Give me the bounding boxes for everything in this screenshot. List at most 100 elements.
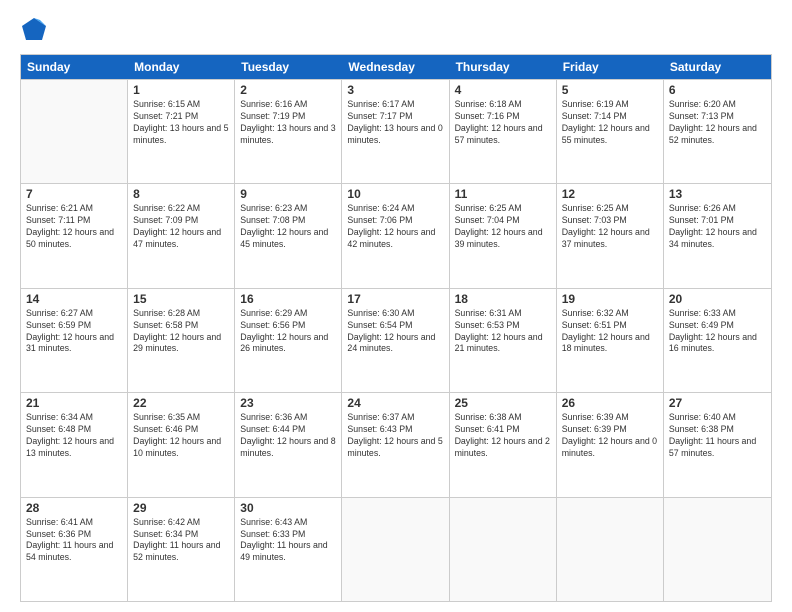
day-number: 24 <box>347 396 443 410</box>
calendar-day-empty <box>664 498 771 601</box>
calendar-day-empty <box>342 498 449 601</box>
day-info: Sunrise: 6:26 AM Sunset: 7:01 PM Dayligh… <box>669 203 766 251</box>
calendar-day-4: 4 Sunrise: 6:18 AM Sunset: 7:16 PM Daylig… <box>450 80 557 183</box>
day-number: 26 <box>562 396 658 410</box>
header-day-wednesday: Wednesday <box>342 55 449 79</box>
day-number: 6 <box>669 83 766 97</box>
calendar-day-20: 20 Sunrise: 6:33 AM Sunset: 6:49 PM Dayli… <box>664 289 771 392</box>
day-number: 5 <box>562 83 658 97</box>
calendar-week-3: 14 Sunrise: 6:27 AM Sunset: 6:59 PM Dayli… <box>21 288 771 392</box>
logo <box>20 16 52 44</box>
calendar-day-12: 12Sunrise: 6:25 AM Sunset: 7:03 PM Dayli… <box>557 184 664 287</box>
day-info: Sunrise: 6:42 AM Sunset: 6:34 PM Dayligh… <box>133 517 229 565</box>
day-number: 3 <box>347 83 443 97</box>
calendar-day-27: 27 Sunrise: 6:40 AM Sunset: 6:38 PM Dayli… <box>664 393 771 496</box>
calendar-day-23: 23Sunrise: 6:36 AM Sunset: 6:44 PM Dayli… <box>235 393 342 496</box>
calendar-day-5: 5 Sunrise: 6:19 AM Sunset: 7:14 PM Daylig… <box>557 80 664 183</box>
day-info: Sunrise: 6:25 AM Sunset: 7:04 PM Dayligh… <box>455 203 551 251</box>
calendar-day-19: 19 Sunrise: 6:32 AM Sunset: 6:51 PM Dayli… <box>557 289 664 392</box>
day-number: 11 <box>455 187 551 201</box>
calendar-day-14: 14 Sunrise: 6:27 AM Sunset: 6:59 PM Dayli… <box>21 289 128 392</box>
day-info: Sunrise: 6:21 AM Sunset: 7:11 PM Dayligh… <box>26 203 122 251</box>
calendar-day-empty <box>450 498 557 601</box>
header-day-friday: Friday <box>557 55 664 79</box>
day-info: Sunrise: 6:27 AM Sunset: 6:59 PM Dayligh… <box>26 308 122 356</box>
day-info: Sunrise: 6:40 AM Sunset: 6:38 PM Dayligh… <box>669 412 766 460</box>
day-info: Sunrise: 6:39 AM Sunset: 6:39 PM Dayligh… <box>562 412 658 460</box>
calendar-day-26: 26 Sunrise: 6:39 AM Sunset: 6:39 PM Dayli… <box>557 393 664 496</box>
day-number: 22 <box>133 396 229 410</box>
calendar-week-5: 28Sunrise: 6:41 AM Sunset: 6:36 PM Dayli… <box>21 497 771 601</box>
day-number: 18 <box>455 292 551 306</box>
day-number: 19 <box>562 292 658 306</box>
header-day-saturday: Saturday <box>664 55 771 79</box>
header-day-monday: Monday <box>128 55 235 79</box>
day-number: 10 <box>347 187 443 201</box>
day-number: 25 <box>455 396 551 410</box>
calendar-week-2: 7Sunrise: 6:21 AM Sunset: 7:11 PM Daylig… <box>21 183 771 287</box>
day-info: Sunrise: 6:25 AM Sunset: 7:03 PM Dayligh… <box>562 203 658 251</box>
calendar-day-24: 24 Sunrise: 6:37 AM Sunset: 6:43 PM Dayli… <box>342 393 449 496</box>
header <box>20 16 772 44</box>
day-info: Sunrise: 6:38 AM Sunset: 6:41 PM Dayligh… <box>455 412 551 460</box>
day-number: 14 <box>26 292 122 306</box>
day-info: Sunrise: 6:43 AM Sunset: 6:33 PM Dayligh… <box>240 517 336 565</box>
day-info: Sunrise: 6:23 AM Sunset: 7:08 PM Dayligh… <box>240 203 336 251</box>
calendar-day-16: 16Sunrise: 6:29 AM Sunset: 6:56 PM Dayli… <box>235 289 342 392</box>
day-info: Sunrise: 6:29 AM Sunset: 6:56 PM Dayligh… <box>240 308 336 356</box>
calendar-day-25: 25 Sunrise: 6:38 AM Sunset: 6:41 PM Dayli… <box>450 393 557 496</box>
day-number: 27 <box>669 396 766 410</box>
calendar-week-4: 21Sunrise: 6:34 AM Sunset: 6:48 PM Dayli… <box>21 392 771 496</box>
calendar-day-18: 18 Sunrise: 6:31 AM Sunset: 6:53 PM Dayli… <box>450 289 557 392</box>
day-info: Sunrise: 6:19 AM Sunset: 7:14 PM Dayligh… <box>562 99 658 147</box>
day-info: Sunrise: 6:24 AM Sunset: 7:06 PM Dayligh… <box>347 203 443 251</box>
day-number: 8 <box>133 187 229 201</box>
logo-icon <box>20 16 48 44</box>
day-info: Sunrise: 6:22 AM Sunset: 7:09 PM Dayligh… <box>133 203 229 251</box>
calendar-day-21: 21Sunrise: 6:34 AM Sunset: 6:48 PM Dayli… <box>21 393 128 496</box>
day-info: Sunrise: 6:31 AM Sunset: 6:53 PM Dayligh… <box>455 308 551 356</box>
calendar-day-15: 15Sunrise: 6:28 AM Sunset: 6:58 PM Dayli… <box>128 289 235 392</box>
page: SundayMondayTuesdayWednesdayThursdayFrid… <box>0 0 792 612</box>
calendar-week-1: 1 Sunrise: 6:15 AM Sunset: 7:21 PM Daylig… <box>21 79 771 183</box>
calendar-day-empty <box>21 80 128 183</box>
day-info: Sunrise: 6:15 AM Sunset: 7:21 PM Dayligh… <box>133 99 229 147</box>
calendar-day-28: 28Sunrise: 6:41 AM Sunset: 6:36 PM Dayli… <box>21 498 128 601</box>
day-number: 21 <box>26 396 122 410</box>
day-number: 9 <box>240 187 336 201</box>
day-info: Sunrise: 6:30 AM Sunset: 6:54 PM Dayligh… <box>347 308 443 356</box>
day-number: 4 <box>455 83 551 97</box>
calendar: SundayMondayTuesdayWednesdayThursdayFrid… <box>20 54 772 602</box>
calendar-day-17: 17 Sunrise: 6:30 AM Sunset: 6:54 PM Dayli… <box>342 289 449 392</box>
day-info: Sunrise: 6:20 AM Sunset: 7:13 PM Dayligh… <box>669 99 766 147</box>
calendar-day-11: 11 Sunrise: 6:25 AM Sunset: 7:04 PM Dayli… <box>450 184 557 287</box>
calendar-day-22: 22 Sunrise: 6:35 AM Sunset: 6:46 PM Dayli… <box>128 393 235 496</box>
day-number: 15 <box>133 292 229 306</box>
calendar-day-9: 9 Sunrise: 6:23 AM Sunset: 7:08 PM Daylig… <box>235 184 342 287</box>
calendar-day-6: 6 Sunrise: 6:20 AM Sunset: 7:13 PM Daylig… <box>664 80 771 183</box>
header-day-sunday: Sunday <box>21 55 128 79</box>
calendar-day-empty <box>557 498 664 601</box>
day-info: Sunrise: 6:32 AM Sunset: 6:51 PM Dayligh… <box>562 308 658 356</box>
calendar-body: 1 Sunrise: 6:15 AM Sunset: 7:21 PM Daylig… <box>21 79 771 601</box>
day-info: Sunrise: 6:17 AM Sunset: 7:17 PM Dayligh… <box>347 99 443 147</box>
day-info: Sunrise: 6:35 AM Sunset: 6:46 PM Dayligh… <box>133 412 229 460</box>
day-number: 29 <box>133 501 229 515</box>
day-number: 2 <box>240 83 336 97</box>
day-info: Sunrise: 6:18 AM Sunset: 7:16 PM Dayligh… <box>455 99 551 147</box>
day-number: 28 <box>26 501 122 515</box>
day-number: 1 <box>133 83 229 97</box>
calendar-header: SundayMondayTuesdayWednesdayThursdayFrid… <box>21 55 771 79</box>
day-info: Sunrise: 6:33 AM Sunset: 6:49 PM Dayligh… <box>669 308 766 356</box>
calendar-day-2: 2 Sunrise: 6:16 AM Sunset: 7:19 PM Daylig… <box>235 80 342 183</box>
header-day-thursday: Thursday <box>450 55 557 79</box>
calendar-day-8: 8 Sunrise: 6:22 AM Sunset: 7:09 PM Daylig… <box>128 184 235 287</box>
day-number: 20 <box>669 292 766 306</box>
day-info: Sunrise: 6:37 AM Sunset: 6:43 PM Dayligh… <box>347 412 443 460</box>
day-number: 30 <box>240 501 336 515</box>
day-number: 17 <box>347 292 443 306</box>
day-number: 23 <box>240 396 336 410</box>
day-number: 13 <box>669 187 766 201</box>
header-day-tuesday: Tuesday <box>235 55 342 79</box>
day-info: Sunrise: 6:16 AM Sunset: 7:19 PM Dayligh… <box>240 99 336 147</box>
